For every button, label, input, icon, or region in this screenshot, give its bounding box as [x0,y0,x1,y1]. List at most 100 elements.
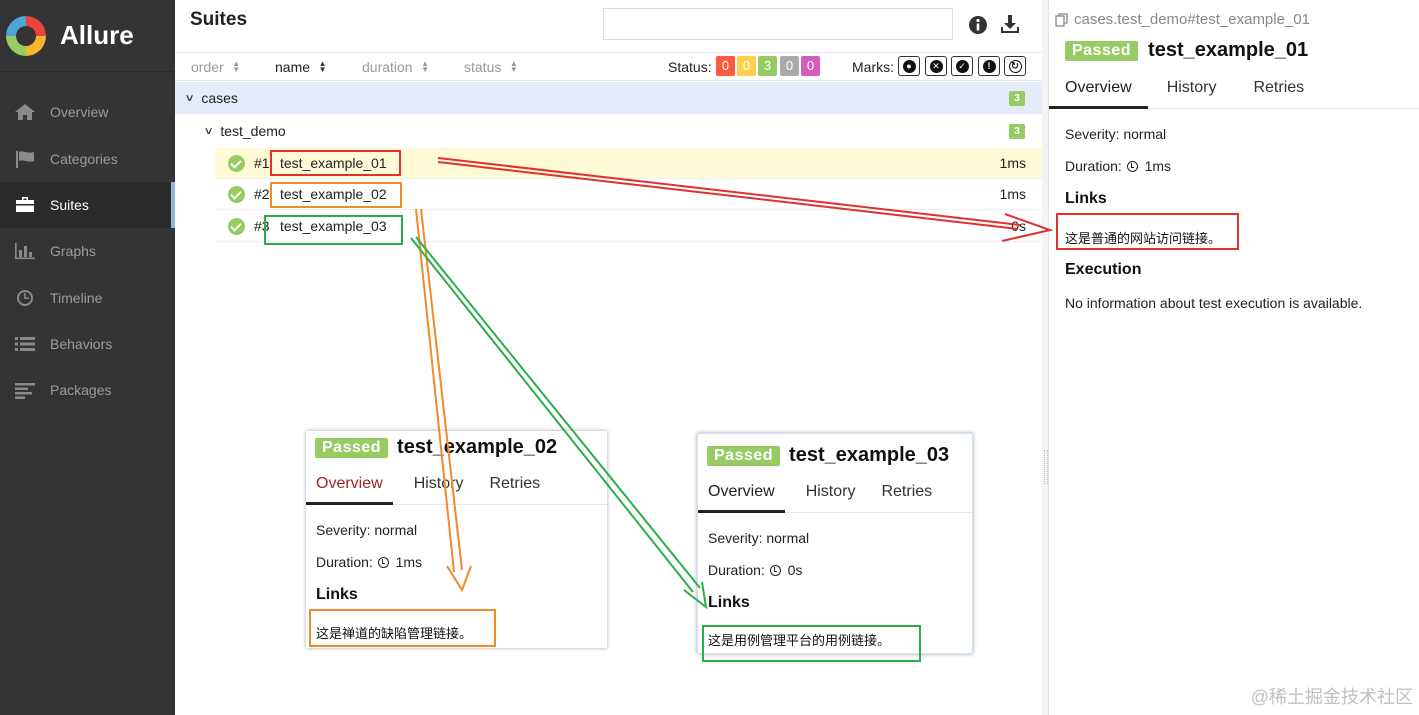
annotation-box-red-link1 [1056,213,1239,250]
refresh-icon: ↻ [1008,59,1022,73]
annotation-box-red-case1 [270,150,401,176]
list-icon [14,335,36,353]
annotation-box-green-link3 [702,625,921,662]
sort-label: status [464,59,502,75]
sidebar-item-overview[interactable]: Overview [0,92,175,132]
sidebar-item-timeline[interactable]: Timeline [0,278,175,318]
briefcase-icon [14,196,36,214]
sidebar-item-label: Categories [50,151,118,167]
links-heading: Links [316,586,358,603]
sidebar-item-behaviors[interactable]: Behaviors [0,324,175,364]
tab-history[interactable]: History [1151,72,1233,108]
mark-new-failed-button[interactable]: ✕ [925,56,947,76]
search-input[interactable] [603,8,953,40]
clock-icon [769,565,781,576]
duration-value: 0s [787,562,803,578]
duration-row: Duration: 1ms [316,554,422,570]
sort-name-button[interactable]: name ▲ ▼ [275,59,327,75]
status-chip-failed[interactable]: 0 [716,56,735,76]
status-filter-label: Status: [668,59,712,75]
duration-value: 1ms [395,554,423,570]
app-name: Allure [60,20,134,50]
mark-flaky-button[interactable]: ● [898,56,920,76]
test-title: test_example_03 [789,444,950,466]
sort-duration-button[interactable]: duration ▲ ▼ [362,59,430,75]
duration-label: Duration: [708,562,765,578]
annotation-box-orange-case2 [270,182,402,208]
sidebar-item-categories[interactable]: Categories [0,139,175,179]
tab-overview[interactable]: Overview [698,476,785,513]
tab-history[interactable]: History [404,468,474,504]
copy-icon[interactable] [1055,12,1069,27]
breadcrumb-text: cases.test_demo#test_example_01 [1074,11,1310,28]
case-number: #2 [254,186,270,202]
passed-check-icon [228,218,245,235]
page-title: Suites [190,9,248,30]
sidebar-item-packages[interactable]: Packages [0,370,175,410]
sidebar-item-graphs[interactable]: Graphs [0,231,175,271]
case-duration: 1ms [999,155,1026,171]
status-chip-skipped[interactable]: 0 [780,56,799,76]
sidebar-item-label: Graphs [50,243,96,259]
duration-label: Duration: [316,554,373,570]
card-tabs: Overview History Retries [306,468,607,505]
status-chip-unknown[interactable]: 0 [801,56,820,76]
info-icon[interactable] [968,15,988,35]
mark-new-broken-button[interactable]: ! [978,56,1000,76]
annotation-box-green-case3 [264,215,403,245]
duration-row: Duration: 0s [708,562,802,578]
tab-history[interactable]: History [796,476,866,512]
duration-value: 1ms [1144,158,1172,174]
mark-new-passed-button[interactable]: ✓ [951,56,973,76]
times-circle-icon: ✕ [929,59,943,73]
case-duration: 0s [1011,218,1026,234]
check-circle-icon: ✓ [955,59,969,73]
card-header: Passed test_example_02 [315,436,557,459]
home-icon [14,103,36,121]
status-chip-passed[interactable]: 3 [758,56,777,76]
sort-arrows-icon: ▲ ▼ [421,59,430,74]
execution-heading: Execution [1065,261,1142,278]
tab-retries[interactable]: Retries [871,476,942,512]
card-tabs: Overview History Retries [698,476,972,513]
sort-label: name [275,59,311,75]
severity-text: Severity: normal [1065,126,1167,142]
duration-label: Duration: [1065,158,1122,174]
bar-chart-icon [14,242,36,260]
test-title: test_example_02 [397,436,558,458]
sort-arrows-icon: ▲ ▼ [509,59,518,74]
sidebar-item-label: Behaviors [50,336,113,352]
sort-status-button[interactable]: status ▲ ▼ [464,59,518,75]
allure-logo-icon [6,15,46,56]
tree-group-cases[interactable]: ∨ cases 3 [175,82,1042,114]
breadcrumb: cases.test_demo#test_example_01 [1055,11,1310,28]
passed-check-icon [228,155,245,172]
brand[interactable]: Allure [0,0,175,72]
mark-retries-button[interactable]: ↻ [1004,56,1026,76]
test-title: test_example_01 [1148,39,1309,61]
group-label: test_demo [220,123,286,139]
flag-icon [14,150,36,168]
status-badge: Passed [707,445,781,466]
severity-text: Severity: normal [708,530,810,546]
sidebar-item-label: Overview [50,104,109,120]
sidebar-item-label: Suites [50,197,89,213]
tree-group-test-demo[interactable]: ∨ test_demo 3 [175,115,1042,147]
passed-check-icon [228,186,245,203]
tab-overview[interactable]: Overview [306,468,393,505]
severity-text: Severity: normal [316,522,418,538]
annotation-box-orange-link2 [309,609,496,647]
sort-label: duration [362,59,413,75]
count-badge: 3 [1009,91,1025,106]
sort-order-button[interactable]: order ▲ ▼ [191,59,241,75]
duration-row: Duration: 1ms [1065,158,1171,174]
sidebar-item-label: Packages [50,382,112,398]
sidebar-item-suites[interactable]: Suites [0,182,175,228]
test-detail-pane: cases.test_demo#test_example_01 Passed t… [1048,0,1419,715]
tab-retries[interactable]: Retries [1237,72,1320,108]
tab-retries[interactable]: Retries [479,468,550,504]
tab-overview[interactable]: Overview [1049,72,1148,109]
status-chip-broken[interactable]: 0 [737,56,756,76]
clock-icon [1126,161,1138,172]
download-icon[interactable] [999,13,1021,35]
